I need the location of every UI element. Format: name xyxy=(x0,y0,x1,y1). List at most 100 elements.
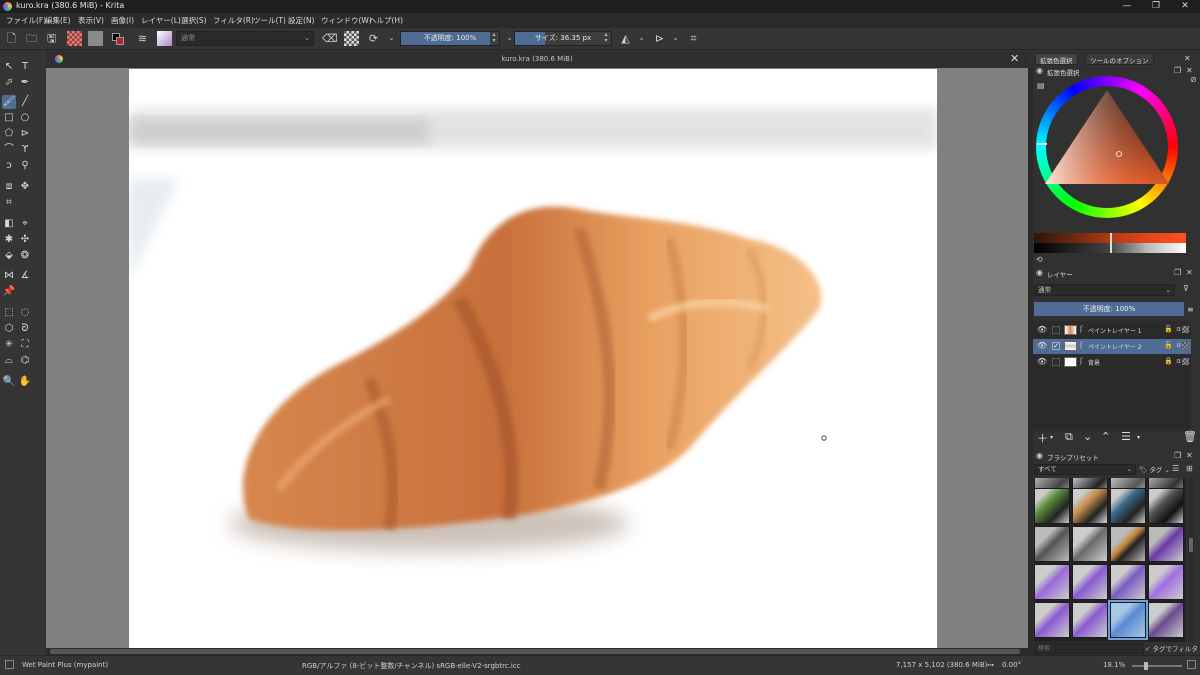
polyline-tool-icon[interactable]: ⊳ xyxy=(18,127,32,141)
minimize-button[interactable]: — xyxy=(1114,0,1140,13)
alpha-lock-icon[interactable]: α xyxy=(1176,325,1181,333)
brush-preset-tile[interactable] xyxy=(1148,564,1184,600)
pattern-selector-icon[interactable] xyxy=(88,31,103,46)
brush-search-input[interactable]: 検索 xyxy=(1034,643,1144,654)
layer-properties-dropdown-icon[interactable]: ▾ xyxy=(1137,434,1140,441)
brush-preset-tile[interactable] xyxy=(1148,526,1184,562)
polygonal-selection-tool-icon[interactable]: ⬡ xyxy=(2,322,16,336)
float-docker-icon[interactable]: ❐ xyxy=(1174,66,1181,75)
refresh-icon[interactable]: ⟲ xyxy=(1036,255,1043,264)
layer-checkbox[interactable] xyxy=(1052,326,1060,334)
measure-tool-icon[interactable]: ∡ xyxy=(18,269,32,283)
calligraphy-tool-icon[interactable]: ✒ xyxy=(18,76,32,90)
docker-close-icon[interactable]: ✕ xyxy=(1184,54,1191,63)
save-icon[interactable]: 🖫 xyxy=(44,31,59,46)
brush-tag-select[interactable]: すべて ⌄ xyxy=(1034,464,1136,475)
freehand-brush-tool-icon[interactable]: 🖌 xyxy=(2,95,16,109)
lock-icon[interactable]: 🔓 xyxy=(1164,325,1173,333)
close-window-button[interactable]: ✕ xyxy=(1172,0,1198,13)
brush-preset-tile[interactable] xyxy=(1072,564,1108,600)
multibrush-tool-icon[interactable]: ⚲ xyxy=(18,159,32,173)
float-docker-icon[interactable]: ❐ xyxy=(1174,451,1181,460)
visibility-eye-icon[interactable]: 👁 xyxy=(1037,341,1047,350)
brush-size-slider[interactable]: サイズ: 36.35 px ▴ ▾ xyxy=(514,31,612,46)
menu-settings[interactable]: 設定(N) xyxy=(288,15,314,26)
brush-editor-icon[interactable]: ≋ xyxy=(135,31,150,46)
canvas-viewport[interactable] xyxy=(46,68,1028,648)
assistant-tool-icon[interactable]: ⋈ xyxy=(2,269,16,283)
horizontal-scrollbar[interactable] xyxy=(46,648,1028,655)
zoom-slider[interactable] xyxy=(1132,665,1182,667)
mirror-horizontal-icon[interactable]: ◭ xyxy=(618,31,633,46)
visibility-eye-icon[interactable]: 👁 xyxy=(1037,325,1047,334)
transform-tool-icon[interactable]: ⧈ xyxy=(2,180,16,194)
layer-row[interactable]: 👁 ʃ 背景 🔒 α xyxy=(1033,355,1191,370)
freehand-path-tool-icon[interactable]: ϒ xyxy=(18,143,32,157)
magnetic-selection-tool-icon[interactable]: ⌬ xyxy=(18,354,32,368)
mirror-dropdown-icon[interactable]: ⌄ xyxy=(634,31,649,46)
zoom-slider-handle[interactable] xyxy=(1144,662,1148,670)
color-history-strip[interactable] xyxy=(1034,233,1186,253)
eraser-mode-icon[interactable]: ⌫ xyxy=(322,31,338,46)
tab-advanced-color-selector[interactable]: 拡張色選択 xyxy=(1035,53,1078,65)
menu-file[interactable]: ファイル(F) xyxy=(6,15,46,26)
fill-tool-icon[interactable]: ⬙ xyxy=(2,249,16,263)
duplicate-layer-icon[interactable]: ⧉ xyxy=(1065,430,1073,444)
pan-tool-icon[interactable]: ✋ xyxy=(18,375,32,389)
rectangle-tool-icon[interactable]: □ xyxy=(2,111,16,125)
menu-layer[interactable]: レイヤー(L) xyxy=(141,15,181,26)
brush-grid-scrollbar[interactable] xyxy=(1188,478,1194,642)
open-document-icon[interactable]: 🗀 xyxy=(24,31,39,46)
brush-preset-tile[interactable] xyxy=(1148,488,1184,524)
move-tool-icon[interactable]: ✥ xyxy=(18,180,32,194)
horizontal-scrollbar-thumb[interactable] xyxy=(50,649,1020,654)
smart-patch-tool-icon[interactable]: ✣ xyxy=(18,233,32,247)
edit-shapes-tool-icon[interactable]: ⬀ xyxy=(2,76,16,90)
menu-window[interactable]: ウィンドウ(W) xyxy=(321,15,372,26)
menu-edit[interactable]: 編集(E) xyxy=(45,15,71,26)
opacity-slider[interactable]: 不透明度: 100% ▴ ▾ xyxy=(400,31,500,46)
brush-preset-tile[interactable] xyxy=(1072,488,1108,524)
color-picker-tool-icon[interactable]: ⌖ xyxy=(18,217,32,231)
brush-preset-tile[interactable] xyxy=(1110,488,1146,524)
dynamic-brush-tool-icon[interactable]: ↄ xyxy=(2,159,16,173)
brush-preset-tile[interactable] xyxy=(1072,602,1108,638)
brush-preset-icon[interactable] xyxy=(157,31,172,46)
canvas-painting[interactable] xyxy=(129,69,937,648)
contiguous-selection-tool-icon[interactable]: ✳ xyxy=(2,338,16,352)
visibility-eye-icon[interactable]: 👁 xyxy=(1037,357,1047,366)
tab-tool-options[interactable]: ツールのオプション xyxy=(1085,53,1154,65)
color-wheel[interactable] xyxy=(1036,76,1178,218)
brush-status-icon[interactable] xyxy=(5,660,14,669)
reload-dropdown-icon[interactable]: ⌄ xyxy=(384,31,399,46)
close-document-button[interactable]: ✕ xyxy=(1010,52,1019,65)
float-docker-icon[interactable]: ❐ xyxy=(1174,268,1181,277)
gradient-selector-icon[interactable] xyxy=(67,31,82,46)
fullscreen-icon[interactable] xyxy=(1187,660,1196,669)
bezier-tool-icon[interactable]: ⌒ xyxy=(2,143,16,157)
tag-button[interactable]: 🏷 タグ ⌄ xyxy=(1139,464,1170,474)
mirror-v-dropdown-icon[interactable]: ⌄ xyxy=(668,31,683,46)
wrap-around-icon[interactable]: ⌗ xyxy=(686,31,701,46)
layer-opacity-slider[interactable]: 不透明度: 100% xyxy=(1034,302,1184,316)
reload-preset-icon[interactable]: ⟳ xyxy=(366,31,381,46)
layer-properties-icon[interactable]: ☰ xyxy=(1121,430,1131,443)
layer-checkbox[interactable]: ✓ xyxy=(1052,342,1060,350)
menu-image[interactable]: 画像(I) xyxy=(111,15,134,26)
similar-color-selection-tool-icon[interactable]: ⛶ xyxy=(18,338,32,352)
close-docker-icon[interactable]: ✕ xyxy=(1186,268,1193,277)
reference-images-tool-icon[interactable]: 📌 xyxy=(2,285,16,299)
select-shapes-tool-icon[interactable]: ↖ xyxy=(2,60,16,74)
saturation-value-triangle[interactable] xyxy=(1036,76,1178,218)
color-selector-settings-icon[interactable]: ⊘ xyxy=(1190,75,1197,84)
brush-preset-tile-selected[interactable] xyxy=(1108,600,1148,640)
delete-layer-icon[interactable]: 🗑 xyxy=(1183,430,1197,443)
brush-preset-tile[interactable] xyxy=(1034,526,1070,562)
brush-view-mode-icon[interactable]: ☰ xyxy=(1172,464,1179,473)
rotation-icon[interactable]: ⊶ xyxy=(987,661,994,669)
crop-tool-icon[interactable]: ⌗ xyxy=(2,196,16,210)
layer-row[interactable]: 👁 ✓ ʃ ペイントレイヤー 2 🔓 α xyxy=(1033,339,1191,354)
brush-preset-tile[interactable] xyxy=(1110,526,1146,562)
document-tab-title[interactable]: kuro.kra (380.6 MiB) xyxy=(46,55,1028,63)
add-layer-icon[interactable]: ＋ xyxy=(1037,430,1048,446)
